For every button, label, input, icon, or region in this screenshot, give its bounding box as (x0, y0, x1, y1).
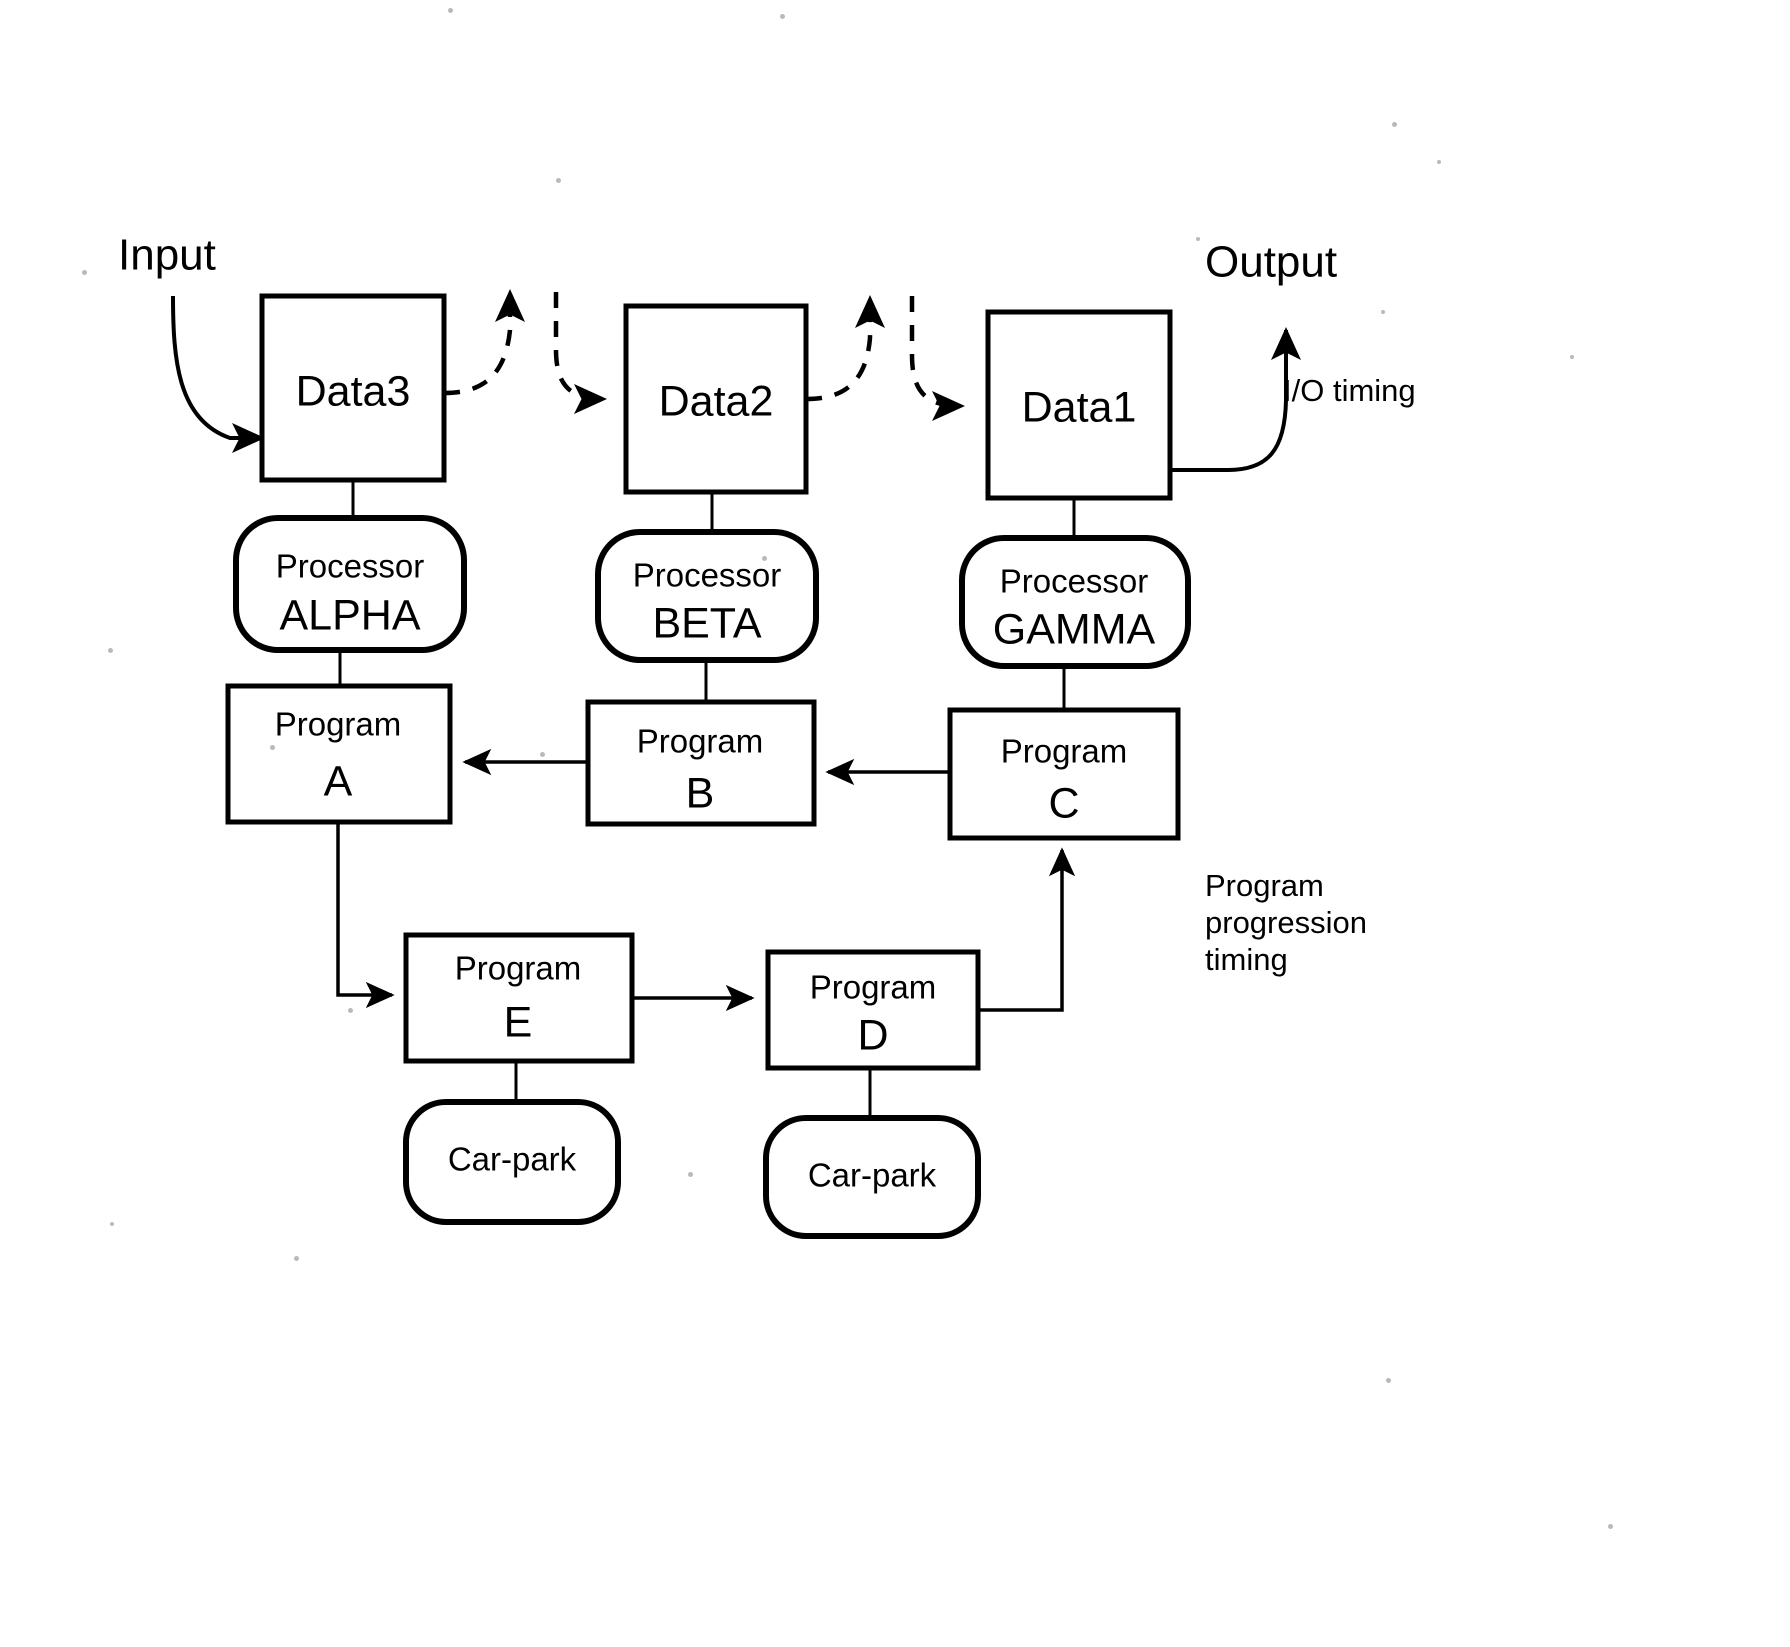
scan-speck (1608, 1524, 1613, 1529)
program-title: Program (455, 950, 582, 987)
scan-speck (1570, 355, 1574, 359)
data-node-label: Data3 (296, 367, 411, 415)
scan-speck (1437, 160, 1441, 164)
scan-speck (448, 8, 453, 13)
scan-speck (108, 648, 113, 653)
program-node-a[interactable]: Program A (225, 683, 453, 825)
output-label: Output (1205, 238, 1337, 287)
processor-title: Processor (1000, 563, 1149, 600)
diagram-canvas: Input Output I/O timing Data3 Data2 Data… (0, 0, 1790, 1647)
scan-speck (540, 752, 545, 757)
data-node-label: Data1 (1022, 383, 1137, 431)
carpark-label: Car-park (448, 1141, 577, 1178)
scan-speck (1392, 122, 1397, 127)
processor-name: GAMMA (993, 605, 1156, 653)
processor-node-beta[interactable]: Processor BETA (595, 529, 819, 663)
arrow-progd-to-progc (978, 847, 1076, 1012)
dashed-arrow-data2-up (805, 295, 885, 402)
processor-node-alpha[interactable]: Processor ALPHA (233, 515, 467, 653)
scan-speck (110, 1222, 114, 1226)
input-label: Input (118, 231, 216, 280)
progression-note-line-2: progression (1205, 905, 1367, 940)
processor-title: Processor (633, 557, 782, 594)
scan-speck (762, 556, 767, 561)
program-title: Program (810, 969, 937, 1006)
scan-speck (1381, 310, 1385, 314)
scan-speck (294, 1256, 299, 1261)
dashed-arrow-into-data2 (553, 292, 607, 414)
output-arrow-group: Output I/O timing (1170, 238, 1416, 472)
scan-speck (556, 178, 561, 183)
processor-node-gamma[interactable]: Processor GAMMA (959, 535, 1191, 669)
data-node-data2[interactable]: Data2 (623, 303, 809, 495)
scan-speck (1386, 1378, 1391, 1383)
program-name: C (1048, 779, 1079, 827)
program-name: A (324, 757, 353, 805)
scan-speck (270, 745, 275, 750)
program-name: E (504, 998, 533, 1046)
program-node-e[interactable]: Program E (403, 932, 635, 1064)
carpark-label: Car-park (808, 1157, 937, 1194)
program-name: B (686, 769, 715, 817)
scan-speck (1196, 237, 1200, 241)
scan-speck (348, 1008, 353, 1013)
output-arrow (1170, 327, 1301, 472)
processor-name: ALPHA (279, 591, 420, 639)
scan-speck (780, 14, 785, 19)
scan-speck (82, 270, 87, 275)
carpark-node-e[interactable]: Car-park (403, 1099, 621, 1225)
io-timing-label: I/O timing (1283, 373, 1416, 408)
processor-title: Processor (276, 548, 425, 585)
arrow-proga-to-proge (336, 822, 395, 1009)
carpark-node-d[interactable]: Car-park (763, 1115, 981, 1239)
program-architecture-diagram: Input Output I/O timing Data3 Data2 Data… (118, 231, 1416, 1239)
program-node-c[interactable]: Program C (947, 707, 1181, 841)
program-title: Program (275, 706, 402, 743)
processor-name: BETA (652, 599, 761, 647)
program-node-b[interactable]: Program B (585, 699, 817, 827)
data-node-label: Data2 (659, 377, 774, 425)
program-name: D (857, 1011, 888, 1059)
program-title: Program (637, 723, 764, 760)
input-arrow-group: Input (118, 231, 265, 453)
dashed-arrow-data3-up (443, 289, 525, 396)
scan-speck (688, 1172, 693, 1177)
data-node-data1[interactable]: Data1 (985, 309, 1173, 501)
progression-note-line-3: timing (1205, 942, 1288, 977)
progression-note-line-1: Program (1205, 868, 1324, 903)
input-arrow (171, 295, 265, 453)
program-node-d[interactable]: Program D (765, 949, 981, 1071)
data-node-data3[interactable]: Data3 (259, 293, 447, 483)
program-title: Program (1001, 733, 1128, 770)
dashed-arrow-into-data1 (909, 296, 965, 421)
program-progression-timing-note: Program progression timing (1205, 868, 1367, 977)
